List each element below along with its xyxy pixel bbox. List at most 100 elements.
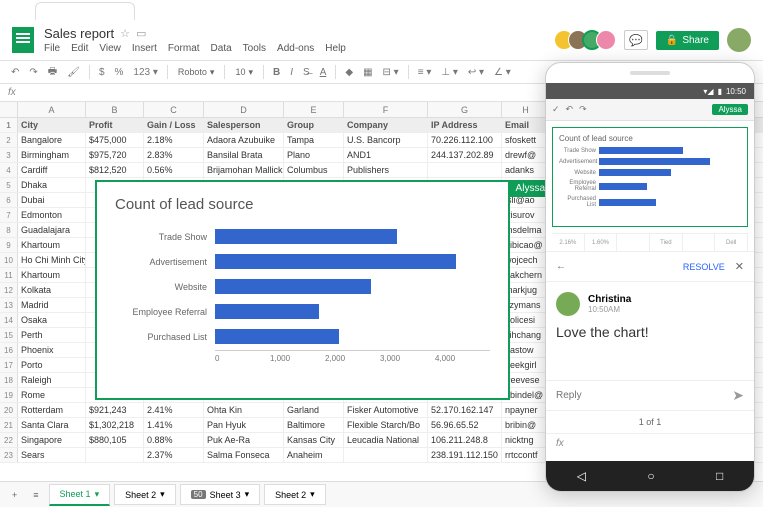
undo-icon[interactable]: ↶ (566, 104, 574, 115)
cell[interactable]: 2.41% (144, 403, 204, 417)
cell[interactable]: Pan Hyuk (204, 418, 284, 432)
cell[interactable]: Singapore (18, 433, 86, 447)
row-number[interactable]: 18 (0, 373, 18, 387)
row-number[interactable]: 23 (0, 448, 18, 462)
cell[interactable]: Perth (18, 328, 86, 342)
cell[interactable]: npayner (502, 403, 550, 417)
cell[interactable]: Kolkata (18, 283, 86, 297)
borders-icon[interactable]: ▦ (360, 65, 375, 80)
percent-icon[interactable]: % (112, 65, 127, 80)
row-number[interactable]: 11 (0, 268, 18, 282)
recent-nav-icon[interactable]: □ (716, 469, 723, 483)
cell[interactable]: Cardiff (18, 163, 86, 177)
cell[interactable]: nicktng (502, 433, 550, 447)
redo-icon[interactable]: ↷ (26, 65, 40, 80)
row-number[interactable]: 4 (0, 163, 18, 177)
cell[interactable]: $1,302,218 (86, 418, 144, 432)
col-header[interactable]: D (204, 102, 284, 117)
cell[interactable]: Salesperson (204, 118, 284, 132)
star-icon[interactable]: ☆ (120, 27, 130, 40)
menu-item[interactable]: Tools (243, 43, 266, 54)
strike-icon[interactable]: S̶ (300, 65, 313, 80)
row-number[interactable]: 12 (0, 283, 18, 297)
row-number[interactable]: 13 (0, 298, 18, 312)
cell[interactable]: Tampa (284, 133, 344, 147)
cell[interactable]: Leucadia National (344, 433, 428, 447)
check-icon[interactable]: ✓ (552, 104, 560, 115)
row-number[interactable]: 10 (0, 253, 18, 267)
format-menu[interactable]: 123 ▾ (130, 65, 160, 80)
chart-overlay[interactable]: Alyssa Count of lead source Trade ShowAd… (95, 180, 510, 400)
sheet-tab[interactable]: 50Sheet 3 ▾ (180, 484, 260, 505)
cell[interactable]: $812,520 (86, 163, 144, 177)
cell[interactable]: Edmonton (18, 208, 86, 222)
row-number[interactable]: 5 (0, 178, 18, 192)
cell[interactable]: Raleigh (18, 373, 86, 387)
reply-input[interactable] (556, 390, 732, 401)
row-number[interactable]: 14 (0, 313, 18, 327)
cell[interactable]: Sears (18, 448, 86, 462)
row-number[interactable]: 16 (0, 343, 18, 357)
cell[interactable]: Osaka (18, 313, 86, 327)
add-sheet-button[interactable]: + (6, 486, 23, 504)
row-number[interactable]: 3 (0, 148, 18, 162)
cell[interactable]: adanks (502, 163, 550, 177)
cell[interactable]: Khartoum (18, 238, 86, 252)
comments-button[interactable]: 💬 (624, 30, 648, 50)
col-header[interactable]: E (284, 102, 344, 117)
cell[interactable]: bribin@ (502, 418, 550, 432)
print-icon[interactable]: 🖶 (45, 62, 60, 83)
cell[interactable]: 56.96.65.52 (428, 418, 502, 432)
menu-item[interactable]: Data (211, 43, 232, 54)
text-color-icon[interactable]: A (317, 65, 330, 80)
cell[interactable]: Khartoum (18, 268, 86, 282)
row-number[interactable]: 1 (0, 118, 18, 132)
font-size[interactable]: 10 ▾ (231, 67, 257, 78)
rotate-icon[interactable]: ∠ ▾ (491, 65, 514, 80)
collaborator-avatars[interactable] (560, 30, 616, 50)
row-number[interactable]: 2 (0, 133, 18, 147)
menu-item[interactable]: Insert (132, 43, 157, 54)
folder-icon[interactable]: ▭ (136, 27, 146, 40)
cell[interactable]: sfoskett (502, 133, 550, 147)
menu-item[interactable]: View (99, 43, 121, 54)
row-number[interactable]: 15 (0, 328, 18, 342)
halign-icon[interactable]: ≡ ▾ (415, 65, 435, 80)
row-number[interactable]: 9 (0, 238, 18, 252)
bold-icon[interactable]: B (270, 65, 283, 80)
cell[interactable]: 244.137.202.89 (428, 148, 502, 162)
cell[interactable]: Publishers (344, 163, 428, 177)
cell[interactable]: 106.211.248.8 (428, 433, 502, 447)
cell[interactable] (428, 163, 502, 177)
cell[interactable]: Rome (18, 388, 86, 402)
cell[interactable]: Porto (18, 358, 86, 372)
cell[interactable]: Company (344, 118, 428, 132)
cell[interactable]: Kansas City (284, 433, 344, 447)
cell[interactable]: 2.37% (144, 448, 204, 462)
all-sheets-button[interactable]: ≡ (27, 486, 44, 504)
cell[interactable]: Fisker Automotive (344, 403, 428, 417)
home-nav-icon[interactable]: ○ (647, 469, 654, 483)
cell[interactable]: Anaheim (284, 448, 344, 462)
col-header[interactable]: B (86, 102, 144, 117)
row-number[interactable]: 22 (0, 433, 18, 447)
cell[interactable]: Dhaka (18, 178, 86, 192)
cell[interactable]: Flexible Starch/Bo (344, 418, 428, 432)
col-header[interactable]: A (18, 102, 86, 117)
cell[interactable]: rrtccontf (502, 448, 550, 462)
cell[interactable]: Plano (284, 148, 344, 162)
phone-formula-bar[interactable]: fx (546, 433, 754, 453)
cell[interactable] (344, 448, 428, 462)
menu-item[interactable]: Help (325, 43, 346, 54)
cell[interactable]: Ho Chi Minh City (18, 253, 86, 267)
undo-icon[interactable]: ↶ (8, 65, 22, 80)
cell[interactable]: 2.18% (144, 133, 204, 147)
cell[interactable]: $880,105 (86, 433, 144, 447)
cell[interactable]: Birmingham (18, 148, 86, 162)
row-number[interactable]: 6 (0, 193, 18, 207)
cell[interactable]: Bansilal Brata (204, 148, 284, 162)
menu-item[interactable]: File (44, 43, 60, 54)
avatar[interactable] (596, 30, 616, 50)
cell[interactable]: 70.226.112.100 (428, 133, 502, 147)
back-icon[interactable]: ← (556, 261, 566, 272)
